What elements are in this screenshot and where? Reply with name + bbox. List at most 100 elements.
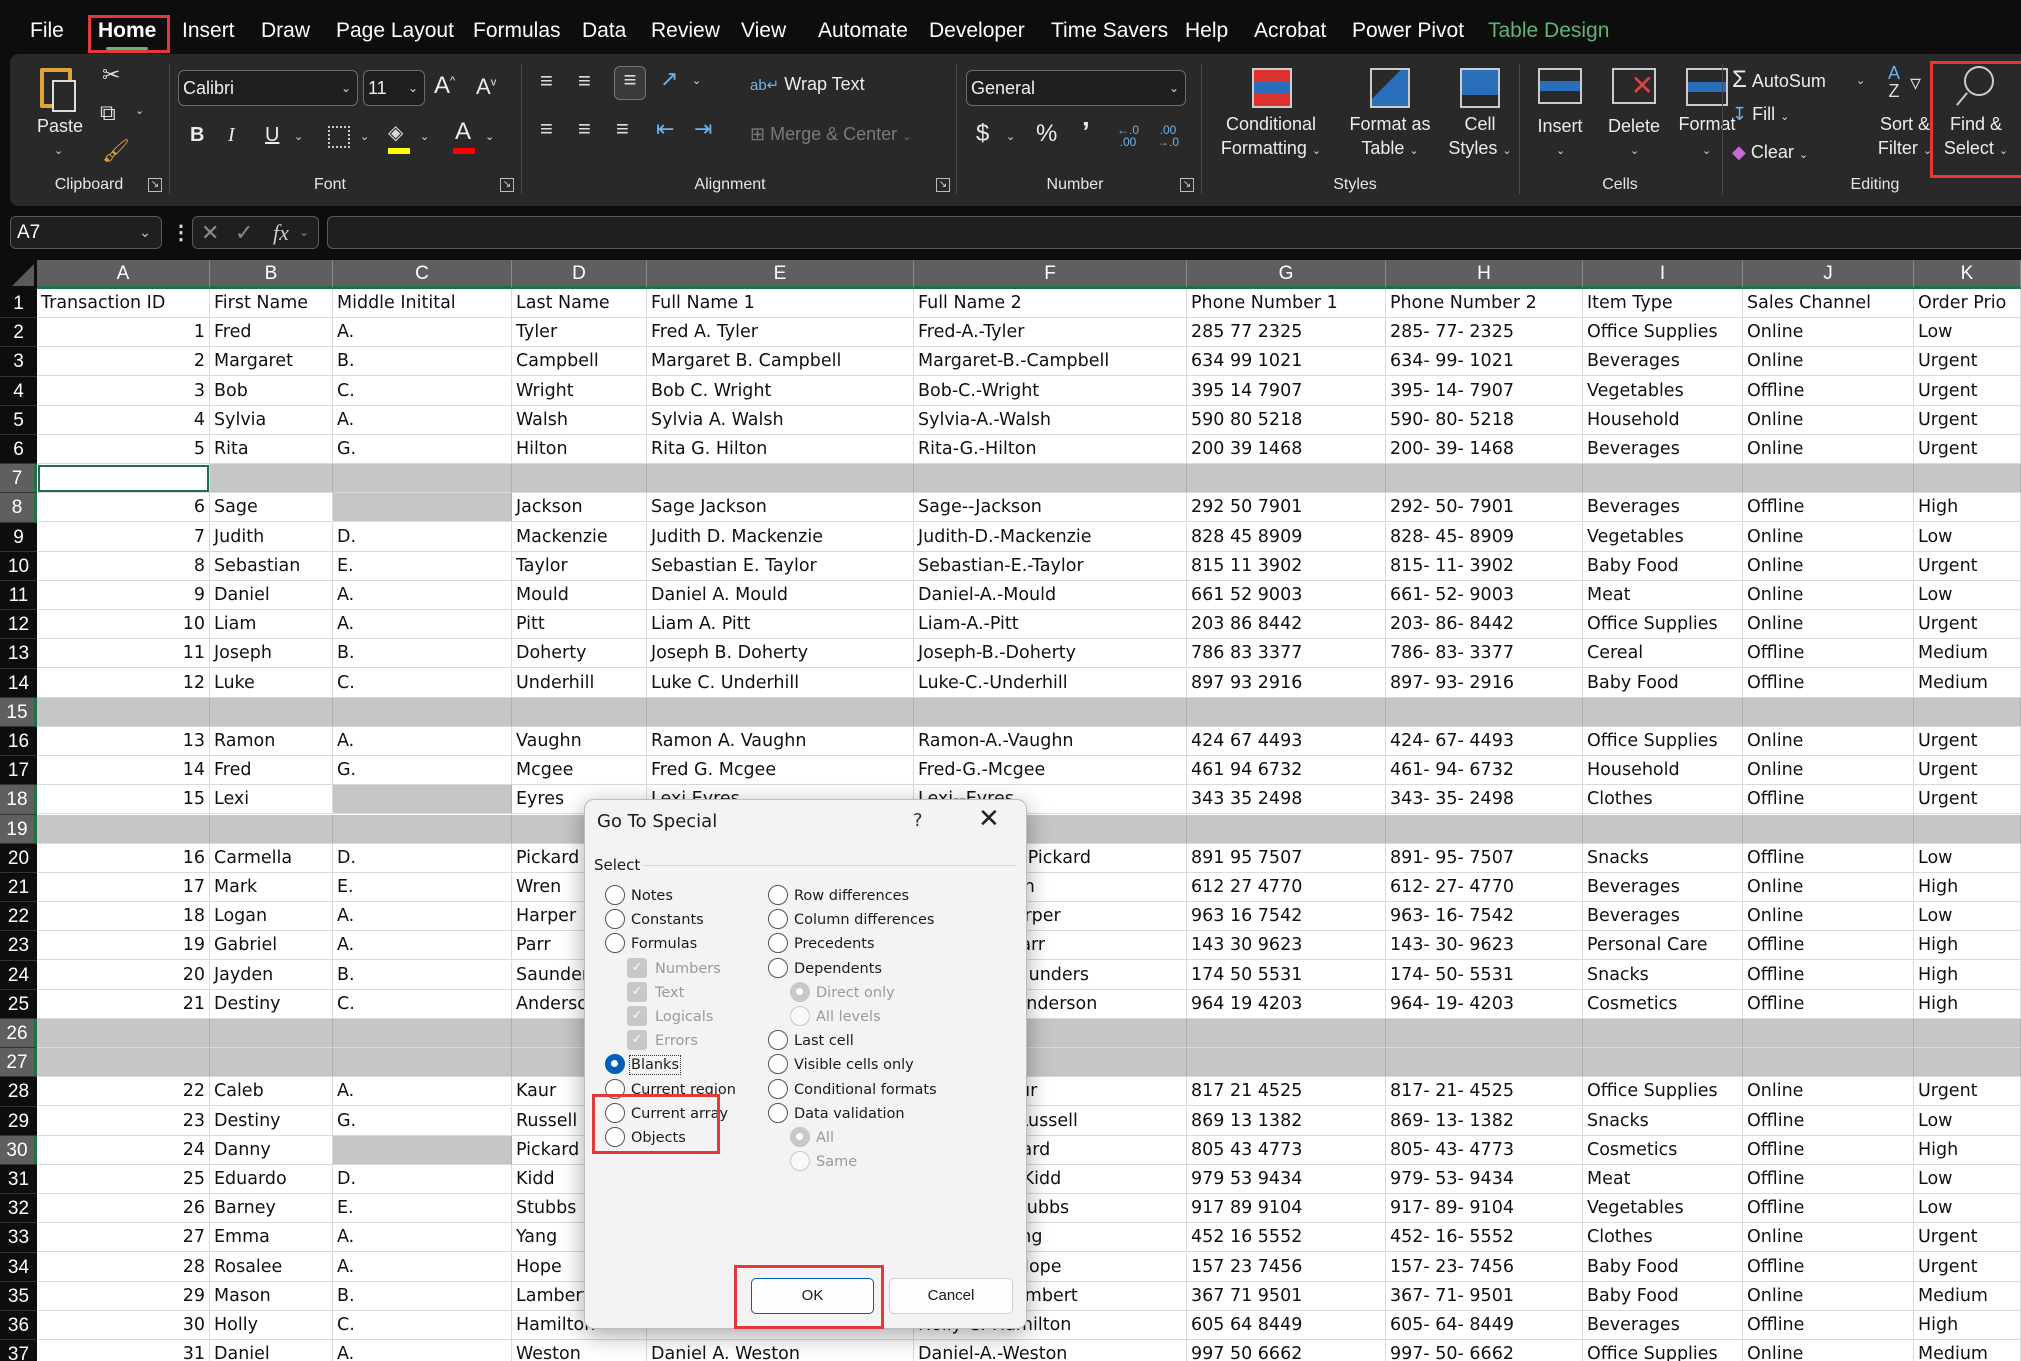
radio-constants[interactable]: Constants <box>605 909 704 931</box>
row-header[interactable]: 36 <box>0 1311 37 1341</box>
tab-acrobat[interactable]: Acrobat <box>1254 14 1326 48</box>
cell-middle-initial[interactable]: A. <box>333 902 512 932</box>
cell-last-name[interactable]: Vaughn <box>512 727 647 756</box>
cell-first-name[interactable]: Danny <box>210 1135 333 1165</box>
row-header[interactable]: 24 <box>0 960 37 990</box>
cell-item-type[interactable]: Clothes <box>1583 785 1743 815</box>
cell-middle-initial[interactable]: C. <box>333 1311 512 1340</box>
cell-phone-number-2[interactable]: 869- 13- 1382 <box>1386 1106 1583 1136</box>
cell-order-priority[interactable]: Low <box>1914 843 2021 873</box>
cell-middle-initial[interactable]: A. <box>333 405 512 435</box>
cell-order-priority[interactable]: Low <box>1914 902 2021 932</box>
cell-item-type[interactable]: Vegetables <box>1583 522 1743 552</box>
underline-chevron-icon[interactable]: ⌄ <box>294 130 303 143</box>
cell-order-priority[interactable]: Urgent <box>1914 1252 2021 1282</box>
column-header-j[interactable]: J <box>1743 260 1914 289</box>
cell-item-type[interactable]: Baby Food <box>1583 668 1743 698</box>
row-header[interactable]: 13 <box>0 639 37 669</box>
number-launcher-icon[interactable]: ↘ <box>1180 178 1194 192</box>
tab-draw[interactable]: Draw <box>261 14 310 48</box>
borders-icon[interactable] <box>328 126 350 148</box>
cell-sales-channel[interactable]: Online <box>1743 347 1914 377</box>
ok-button[interactable]: OK <box>751 1278 874 1314</box>
cell-full-name-2[interactable]: Joseph-B.-Doherty <box>914 639 1187 669</box>
more-options-icon[interactable]: ⋮ <box>171 220 191 245</box>
tab-table-design[interactable]: Table Design <box>1488 14 1609 48</box>
format-painter-icon[interactable]: 🖌 <box>102 138 130 164</box>
cell-last-name[interactable]: Mould <box>512 581 647 610</box>
cell-item-type[interactable]: Office Supplies <box>1583 1340 1743 1361</box>
cell-middle-initial[interactable]: G. <box>333 1106 512 1136</box>
header-cell-full-name-1[interactable]: Full Name 1 <box>647 289 914 318</box>
cell-first-name[interactable]: Destiny <box>210 989 333 1019</box>
orientation-icon[interactable]: ↗ <box>660 66 678 92</box>
cell-first-name[interactable]: Sebastian <box>210 551 333 581</box>
cell-transaction-id[interactable]: 16 <box>37 843 210 873</box>
cell-full-name-1[interactable]: Sage Jackson <box>647 493 914 523</box>
row-header[interactable]: 7 <box>0 464 37 494</box>
cell-full-name-2[interactable]: Luke-C.-Underhill <box>914 668 1187 698</box>
cell-phone-number-2[interactable]: 590- 80- 5218 <box>1386 405 1583 435</box>
help-button[interactable]: ? <box>913 810 923 831</box>
cell-phone-number-2[interactable]: 805- 43- 4773 <box>1386 1135 1583 1165</box>
radio-visible-cells-only[interactable]: Visible cells only <box>768 1054 914 1076</box>
cell-transaction-id[interactable]: 15 <box>37 785 210 815</box>
cell-order-priority[interactable]: High <box>1914 873 2021 902</box>
row-header[interactable]: 14 <box>0 668 37 698</box>
cell-phone-number-1[interactable]: 612 27 4770 <box>1187 873 1386 902</box>
cell-item-type[interactable]: Beverages <box>1583 902 1743 932</box>
cell-sales-channel[interactable]: Offline <box>1743 960 1914 990</box>
insert-function-icon[interactable]: fx <box>273 217 289 248</box>
cell-first-name[interactable]: Bob <box>210 376 333 406</box>
cell-first-name[interactable]: Holly <box>210 1311 333 1340</box>
cell-phone-number-1[interactable]: 805 43 4773 <box>1187 1135 1386 1165</box>
cell-middle-initial[interactable]: A. <box>333 727 512 756</box>
blank-cell[interactable] <box>37 1019 210 1048</box>
cell-last-name[interactable]: Weston <box>512 1340 647 1361</box>
cell-middle-initial[interactable]: A. <box>333 581 512 610</box>
tab-formulas[interactable]: Formulas <box>473 14 561 48</box>
cell-phone-number-1[interactable]: 786 83 3377 <box>1187 639 1386 669</box>
blank-cell[interactable] <box>210 814 333 844</box>
radio-current-array[interactable]: Current array <box>605 1102 728 1125</box>
cell-middle-initial[interactable]: D. <box>333 522 512 552</box>
cell-transaction-id[interactable]: 25 <box>37 1165 210 1194</box>
cell-transaction-id[interactable]: 29 <box>37 1281 210 1311</box>
cell-phone-number-1[interactable]: 661 52 9003 <box>1187 581 1386 610</box>
cell-transaction-id[interactable]: 20 <box>37 960 210 990</box>
cell-full-name-2[interactable]: Fred-G.-Mcgee <box>914 756 1187 786</box>
cell-order-priority[interactable]: High <box>1914 931 2021 961</box>
cell-item-type[interactable]: Cereal <box>1583 639 1743 669</box>
radio-column-differences[interactable]: Column differences <box>768 909 934 931</box>
column-header-i[interactable]: I <box>1583 260 1743 289</box>
cell-item-type[interactable]: Office Supplies <box>1583 1077 1743 1107</box>
align-center-icon[interactable]: ≡ <box>578 116 591 142</box>
cell-full-name-2[interactable]: Bob-C.-Wright <box>914 376 1187 406</box>
blank-cell[interactable] <box>333 697 512 727</box>
cell-phone-number-1[interactable]: 605 64 8449 <box>1187 1311 1386 1340</box>
cell-item-type[interactable]: Vegetables <box>1583 376 1743 406</box>
cell-last-name[interactable]: Jackson <box>512 493 647 523</box>
cell-middle-initial[interactable]: G. <box>333 435 512 464</box>
cell-phone-number-1[interactable]: 964 19 4203 <box>1187 989 1386 1019</box>
blank-cell[interactable] <box>914 697 1187 727</box>
radio-current-region[interactable]: Current region <box>605 1078 736 1101</box>
cell-phone-number-1[interactable]: 395 14 7907 <box>1187 376 1386 406</box>
header-cell-order-priority[interactable]: Order Prio <box>1914 289 2021 318</box>
align-middle-icon[interactable]: ≡ <box>578 68 591 94</box>
radio-blanks[interactable]: Blanks <box>605 1054 682 1076</box>
cell-sales-channel[interactable]: Offline <box>1743 1311 1914 1340</box>
cell-first-name[interactable]: Ramon <box>210 727 333 756</box>
cell-full-name-1[interactable]: Judith D. Mackenzie <box>647 522 914 552</box>
wrap-text-button[interactable]: ab↵ Wrap Text <box>750 74 865 95</box>
cell-phone-number-1[interactable]: 817 21 4525 <box>1187 1077 1386 1107</box>
cancel-button[interactable]: Cancel <box>889 1278 1013 1314</box>
cell-first-name[interactable]: Fred <box>210 756 333 786</box>
tab-page-layout[interactable]: Page Layout <box>336 14 454 48</box>
cell-transaction-id[interactable]: 24 <box>37 1135 210 1165</box>
format-as-table-button[interactable]: Format as Table ⌄ <box>1340 64 1440 164</box>
cell-phone-number-1[interactable]: 891 95 7507 <box>1187 843 1386 873</box>
autosum-button[interactable]: Σ AutoSum <box>1732 66 1826 94</box>
cell-order-priority[interactable]: Low <box>1914 1165 2021 1194</box>
cell-order-priority[interactable]: Urgent <box>1914 610 2021 640</box>
